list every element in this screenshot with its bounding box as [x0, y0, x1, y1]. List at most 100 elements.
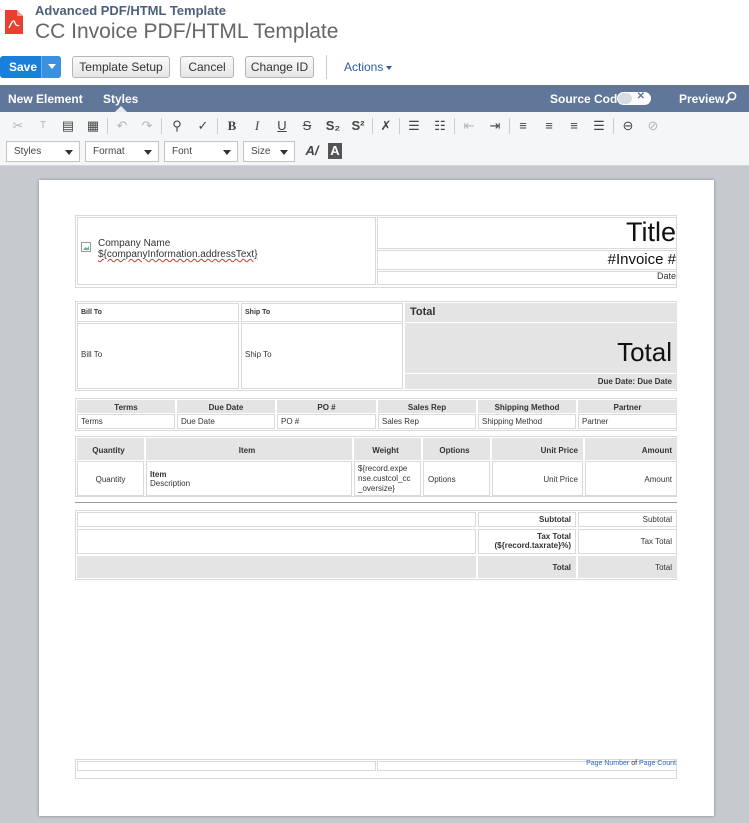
increase-indent-icon[interactable]: ⇥: [486, 118, 504, 134]
logo-image-icon: [81, 242, 91, 252]
item-quantity-cell: Quantity: [77, 461, 144, 496]
save-menu-arrow-icon[interactable]: [41, 56, 61, 78]
info-value-cell: Partner: [578, 414, 677, 429]
preview-button[interactable]: Preview: [679, 92, 724, 106]
text-color-icon[interactable]: A/: [303, 143, 321, 159]
page-count-field: Page Count: [639, 760, 676, 767]
divider: [613, 118, 614, 134]
decrease-indent-icon[interactable]: ⇤: [460, 118, 478, 134]
redo-icon[interactable]: ↷: [138, 118, 156, 134]
bulleted-list-icon[interactable]: ☷: [431, 118, 449, 134]
footer-left-cell: [77, 761, 376, 771]
info-header-cell: Sales Rep: [378, 400, 476, 413]
item-header-cell: Item: [146, 438, 352, 460]
info-header-cell: Shipping Method: [478, 400, 576, 413]
total-big-value: Total: [617, 337, 672, 367]
page-of-label: of: [631, 760, 638, 767]
tab-styles[interactable]: Styles: [103, 92, 138, 112]
undo-icon[interactable]: ↶: [113, 118, 131, 134]
total-header: Total: [405, 303, 677, 322]
underline-icon[interactable]: U: [273, 118, 291, 134]
info-header-cell: Terms: [77, 400, 175, 413]
cut-icon[interactable]: ✂: [9, 118, 27, 134]
change-id-button[interactable]: Change ID: [245, 56, 314, 78]
numbered-list-icon[interactable]: ☰: [405, 118, 423, 134]
item-amount-cell: Amount: [585, 461, 677, 496]
divider: [372, 118, 373, 134]
unlink-icon[interactable]: ⊘: [644, 118, 662, 134]
weight-field-line-2: nse.custcol_cc: [358, 474, 411, 483]
subscript-icon[interactable]: S₂: [324, 118, 342, 134]
item-header-cell: Unit Price: [492, 438, 583, 460]
info-value-cell: PO #: [277, 414, 376, 429]
save-button[interactable]: Save: [0, 56, 61, 78]
info-header-cell: Partner: [578, 400, 677, 413]
weight-field-line-1: ${record.expe: [358, 464, 408, 473]
justify-icon[interactable]: ☰: [590, 118, 608, 134]
item-weight-cell: ${record.expe nse.custcol_cc _oversize}: [354, 461, 421, 496]
divider-line: [75, 502, 677, 503]
item-header-cell: Weight: [354, 438, 421, 460]
link-icon[interactable]: ⊖: [619, 118, 637, 134]
document-page[interactable]: Company Name ${companyInformation.addres…: [39, 180, 714, 816]
font-dropdown[interactable]: Font: [164, 141, 238, 162]
save-button-label: Save: [9, 60, 38, 74]
cancel-button[interactable]: Cancel: [180, 56, 234, 78]
document-title: Title: [625, 217, 676, 247]
spellcheck-icon[interactable]: ✓: [194, 118, 212, 134]
divider: [509, 118, 510, 134]
page-header: Advanced PDF/HTML Template CC Invoice PD…: [0, 0, 749, 50]
company-name: Company Name: [98, 238, 171, 249]
template-setup-button[interactable]: Template Setup: [72, 56, 170, 78]
item-name: Item: [150, 470, 167, 479]
bold-icon[interactable]: B: [223, 118, 241, 134]
item-options-cell: Options: [423, 461, 490, 496]
actions-menu[interactable]: Actions: [344, 60, 392, 74]
item-description: Description: [150, 479, 191, 488]
page-title: CC Invoice PDF/HTML Template: [35, 20, 339, 43]
paste-text-icon[interactable]: ▦: [84, 118, 102, 134]
align-center-icon[interactable]: ≡: [540, 118, 558, 134]
editor-canvas: Company Name ${companyInformation.addres…: [0, 166, 749, 823]
divider: [161, 118, 162, 134]
date-cell: [377, 271, 677, 285]
info-value-cell: Shipping Method: [478, 414, 576, 429]
record-type-label: Advanced PDF/HTML Template: [35, 3, 226, 18]
format-dropdown[interactable]: Format: [85, 141, 159, 162]
superscript-icon[interactable]: S²: [349, 118, 367, 134]
info-header-cell: Due Date: [177, 400, 275, 413]
info-value-cell: Terms: [77, 414, 175, 429]
source-code-label: Source Code: [550, 92, 625, 106]
source-code-toggle[interactable]: [617, 91, 651, 105]
bill-to-field: Bill To: [77, 323, 239, 389]
divider: [454, 118, 455, 134]
invoice-number: #Invoice #: [607, 251, 676, 268]
strikethrough-icon[interactable]: S: [298, 118, 316, 134]
weight-field-line-3: _oversize}: [358, 484, 395, 493]
subtotal-value: Subtotal: [578, 512, 677, 527]
item-unit-price-cell: Unit Price: [492, 461, 583, 496]
styles-dropdown[interactable]: Styles: [6, 141, 80, 162]
background-color-icon[interactable]: A: [328, 143, 342, 159]
tax-label-cell: Tax Total (${record.taxrate}%): [478, 529, 576, 554]
find-icon[interactable]: ⚲: [168, 118, 186, 134]
preview-magnifier-icon[interactable]: [725, 91, 737, 105]
paste-icon[interactable]: ▤: [59, 118, 77, 134]
size-dropdown[interactable]: Size: [243, 141, 295, 162]
info-value-cell: Due Date: [177, 414, 275, 429]
invoice-date: Date: [656, 271, 676, 281]
page-number-text: Page Number of Page Count: [586, 760, 676, 767]
tax-rate-field: (${record.taxrate}%): [494, 541, 571, 550]
remove-format-icon[interactable]: T: [34, 118, 52, 134]
divider: [326, 55, 327, 79]
align-right-icon[interactable]: ≡: [565, 118, 583, 134]
align-left-icon[interactable]: ≡: [514, 118, 532, 134]
italic-icon[interactable]: I: [248, 118, 266, 134]
item-header-cell: Options: [423, 438, 490, 460]
tax-value: Tax Total: [578, 529, 677, 554]
clear-format-icon[interactable]: ✗: [377, 118, 395, 134]
subtotal-label: Subtotal: [478, 512, 576, 527]
total-row-spacer: [77, 556, 476, 578]
total-value: Total: [578, 556, 677, 578]
tab-new-element[interactable]: New Element: [8, 92, 83, 106]
